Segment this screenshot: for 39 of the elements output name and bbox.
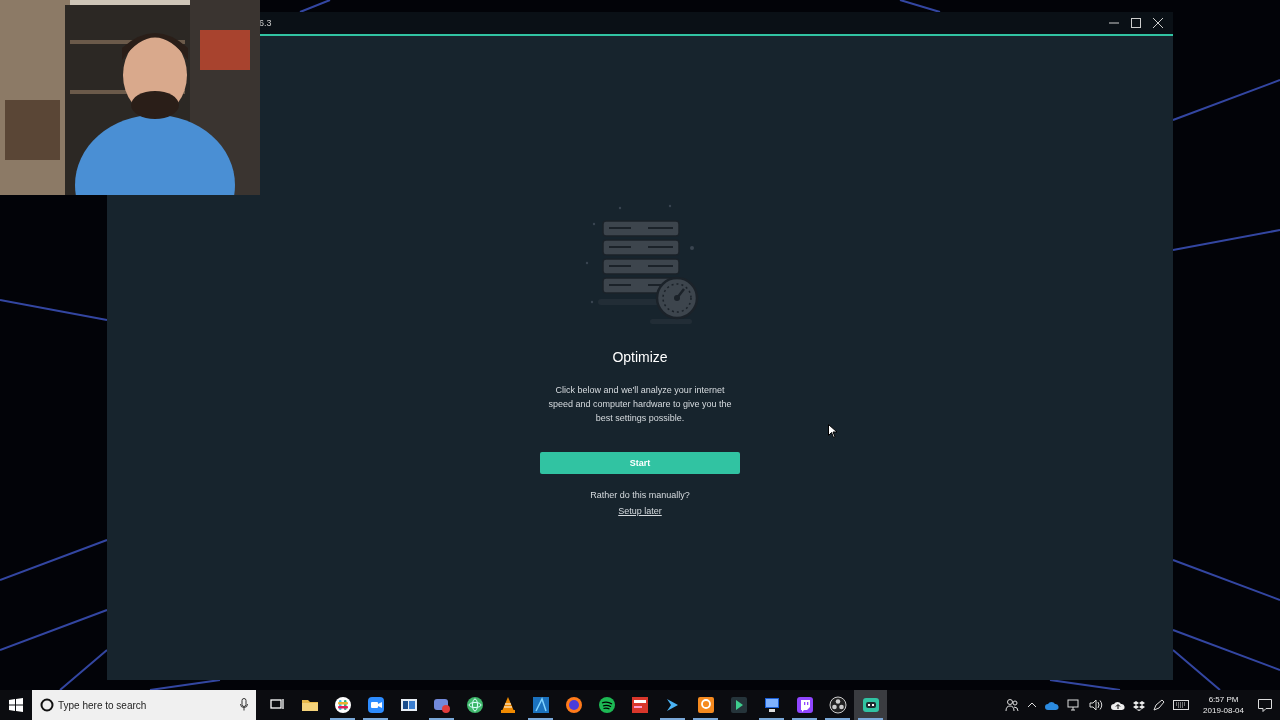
box-icon[interactable]	[1133, 699, 1146, 711]
chevron-up-icon[interactable]	[1027, 702, 1038, 708]
news-app-icon	[630, 696, 649, 714]
robot-logo-icon	[861, 696, 880, 714]
taskbar-app-button[interactable]	[854, 690, 887, 720]
search-circle-icon	[40, 698, 54, 712]
network-icon[interactable]	[1067, 699, 1082, 711]
people-icon[interactable]	[1005, 698, 1020, 712]
chat-bubble-icon	[795, 696, 814, 714]
keyboard-icon[interactable]	[1173, 700, 1190, 710]
triangle-logo-icon	[531, 696, 550, 714]
windows-logo-icon	[9, 698, 23, 712]
search-field[interactable]: Type here to search	[32, 690, 256, 720]
hash-logo-icon	[333, 696, 352, 714]
monitor-icon	[762, 696, 781, 714]
clock-time[interactable]: 6:57 PM	[1208, 694, 1239, 705]
microphone-icon[interactable]	[240, 698, 248, 711]
cone-icon	[498, 696, 517, 714]
description-text: Click below and we'll analyze your internet speed and computer hardware to give you the best settings possible.	[547, 384, 733, 425]
music-logo-icon	[597, 696, 616, 714]
notification-icon[interactable]	[1258, 698, 1272, 712]
video-camera-icon	[366, 696, 385, 714]
close-icon[interactable]	[1153, 18, 1163, 28]
cloud-upload-icon[interactable]	[1111, 700, 1126, 710]
speaker-icon[interactable]	[1089, 699, 1104, 711]
pen-icon[interactable]	[1153, 699, 1166, 711]
cloud-icon[interactable]	[1045, 700, 1060, 710]
clock-date[interactable]: 2019-08-04	[1203, 705, 1244, 716]
circle-logo-icon	[828, 696, 847, 714]
play-logo-icon	[729, 696, 748, 714]
window-icon	[399, 696, 418, 714]
setup-later-link[interactable]: Setup later	[618, 506, 662, 516]
ring-logo-icon	[696, 696, 715, 714]
atom-icon	[465, 696, 484, 714]
mouse-cursor-icon	[828, 424, 837, 438]
maximize-icon[interactable]	[1131, 18, 1141, 28]
optimize-heading: Optimize	[612, 349, 668, 365]
manual-prompt: Rather do this manually?	[590, 490, 690, 500]
window-title: 6.3	[259, 18, 272, 28]
